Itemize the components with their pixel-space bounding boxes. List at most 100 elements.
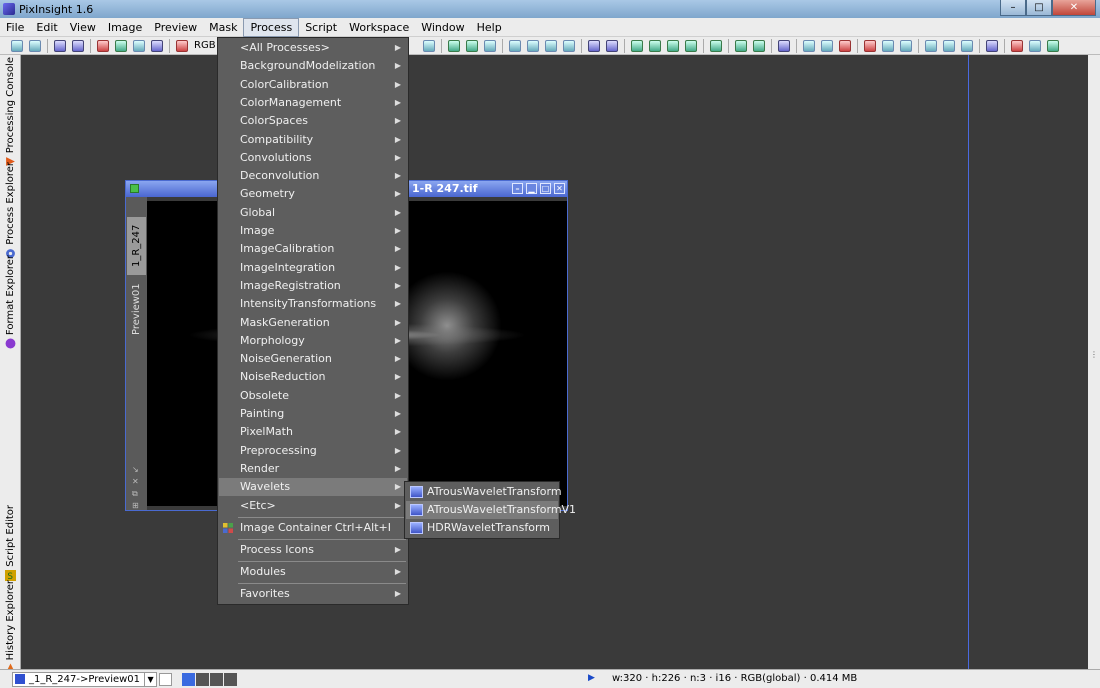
menu-item-morphology[interactable]: Morphology ▶ bbox=[219, 332, 407, 350]
zoom-fit-icon[interactable] bbox=[527, 39, 539, 52]
workspace-2-tab[interactable] bbox=[196, 672, 210, 686]
preview-edit-icon[interactable] bbox=[735, 39, 747, 52]
menu-preview[interactable]: Preview bbox=[148, 18, 203, 37]
preview-list-icon[interactable]: ⊞ bbox=[132, 501, 139, 510]
menu-item-maskgeneration[interactable]: MaskGeneration ▶ bbox=[219, 314, 407, 332]
chevron-down-icon[interactable]: ▼ bbox=[144, 672, 156, 686]
image-window-minimize-button[interactable]: ▁ bbox=[526, 183, 537, 194]
stf-reset-icon[interactable] bbox=[821, 39, 833, 52]
workspace-1-tab[interactable] bbox=[182, 672, 196, 686]
menu-item-render[interactable]: Render ▶ bbox=[219, 460, 407, 478]
pan-icon[interactable] bbox=[484, 39, 496, 52]
menu-item-all-processes[interactable]: <All Processes> ▶ bbox=[219, 39, 407, 57]
tab-history-explorer[interactable]: History Explorer bbox=[0, 580, 21, 674]
zoom-to-view-icon[interactable]: ↘ bbox=[132, 465, 139, 474]
tab-format-explorer[interactable]: Format Explorer bbox=[0, 255, 21, 349]
menu-view[interactable]: View bbox=[64, 18, 102, 37]
menu-item-geometry[interactable]: Geometry ▶ bbox=[219, 185, 407, 203]
menu-item-noisereduction[interactable]: NoiseReduction ▶ bbox=[219, 368, 407, 386]
channel-green-icon[interactable] bbox=[115, 39, 127, 52]
menu-item-wavelets[interactable]: Wavelets ▶ bbox=[219, 478, 407, 497]
mask-remove-icon[interactable] bbox=[685, 39, 697, 52]
menu-item-pixelmath[interactable]: PixelMath ▶ bbox=[219, 423, 407, 441]
menu-item-compatibility[interactable]: Compatibility ▶ bbox=[219, 131, 407, 149]
redo-icon[interactable] bbox=[29, 39, 41, 52]
display-mode-icon[interactable] bbox=[606, 39, 618, 52]
image-window-close-button[interactable]: ✕ bbox=[554, 183, 565, 194]
menu-item-intensitytransformations[interactable]: IntensityTransformations ▶ bbox=[219, 295, 407, 313]
menu-item-backgroundmodelization[interactable]: BackgroundModelization ▶ bbox=[219, 57, 407, 75]
stf-auto-icon[interactable] bbox=[803, 39, 815, 52]
mask-invert-icon[interactable] bbox=[667, 39, 679, 52]
stf-link-icon[interactable] bbox=[839, 39, 851, 52]
menu-script[interactable]: Script bbox=[299, 18, 343, 37]
menu-item-colorcalibration[interactable]: ColorCalibration ▶ bbox=[219, 76, 407, 94]
workspace-4-tab[interactable] bbox=[224, 672, 238, 686]
dock-resize-handle-icon[interactable]: ⋮ bbox=[1090, 350, 1098, 360]
menu-item-colormanagement[interactable]: ColorManagement ▶ bbox=[219, 94, 407, 112]
process-icons-arrange-icon[interactable] bbox=[943, 39, 955, 52]
preview-store-icon[interactable] bbox=[753, 39, 765, 52]
fit-view-icon[interactable] bbox=[588, 39, 600, 52]
close-preview-icon[interactable]: ✕ bbox=[132, 477, 139, 486]
menu-edit[interactable]: Edit bbox=[30, 18, 63, 37]
pointer-icon[interactable] bbox=[423, 39, 435, 52]
minimize-button[interactable]: – bbox=[1000, 0, 1026, 16]
close-button[interactable]: ✕ bbox=[1052, 0, 1096, 16]
preview-new-icon[interactable] bbox=[710, 39, 722, 52]
menu-workspace[interactable]: Workspace bbox=[343, 18, 415, 37]
menu-item-image[interactable]: Image ▶ bbox=[219, 222, 407, 240]
menu-process[interactable]: Process bbox=[243, 17, 300, 37]
channel-red-icon[interactable] bbox=[97, 39, 109, 52]
submenu-item-atrouswavelettransformv1[interactable]: ATrousWaveletTransformV1 bbox=[406, 501, 576, 519]
rgb-channel-icon[interactable] bbox=[176, 39, 188, 52]
menu-item-colorspaces[interactable]: ColorSpaces ▶ bbox=[219, 112, 407, 130]
zoom-window-icon[interactable] bbox=[563, 39, 575, 52]
menu-item-imageregistration[interactable]: ImageRegistration ▶ bbox=[219, 277, 407, 295]
channel-combine-icon[interactable] bbox=[151, 39, 163, 52]
menu-window[interactable]: Window bbox=[415, 18, 470, 37]
menu-item-noisegeneration[interactable]: NoiseGeneration ▶ bbox=[219, 350, 407, 368]
menu-image[interactable]: Image bbox=[102, 18, 148, 37]
menu-mask[interactable]: Mask bbox=[203, 18, 243, 37]
tab-processing-console[interactable]: Processing Console bbox=[0, 57, 21, 167]
screen-transfer-icon[interactable] bbox=[778, 39, 790, 52]
workspace-2-icon[interactable] bbox=[1029, 39, 1041, 52]
zoom-out-icon[interactable] bbox=[466, 39, 478, 52]
mask-enable-icon[interactable] bbox=[631, 39, 643, 52]
histogram-icon[interactable] bbox=[900, 39, 912, 52]
menu-item-obsolete[interactable]: Obsolete ▶ bbox=[219, 387, 407, 405]
undo-icon[interactable] bbox=[11, 39, 23, 52]
menu-item-process-icons[interactable]: Process Icons ▶ bbox=[219, 541, 407, 559]
menu-item-modules[interactable]: Modules ▶ bbox=[219, 563, 407, 581]
view-selector[interactable]: _1_R_247->Preview01 ▼ bbox=[12, 671, 158, 687]
zoom-full-icon[interactable] bbox=[545, 39, 557, 52]
play-icon[interactable]: ▶ bbox=[588, 673, 595, 683]
menu-item-convolutions[interactable]: Convolutions ▶ bbox=[219, 149, 407, 167]
menu-file[interactable]: File bbox=[0, 18, 30, 37]
tab-preview01[interactable]: Preview01 bbox=[127, 279, 146, 339]
maximize-button[interactable]: □ bbox=[1026, 0, 1052, 16]
menu-item-global[interactable]: Global ▶ bbox=[219, 204, 407, 222]
tab-process-explorer[interactable]: Process Explorer bbox=[0, 162, 21, 259]
tab-main-view[interactable]: 1_R_247 bbox=[127, 217, 146, 275]
menu-item-painting[interactable]: Painting ▶ bbox=[219, 405, 407, 423]
image-window-maximize-button[interactable]: □ bbox=[540, 183, 551, 194]
menu-item-deconvolution[interactable]: Deconvolution ▶ bbox=[219, 167, 407, 185]
rgb-channel-label[interactable]: RGB bbox=[194, 40, 216, 51]
readout-icon[interactable] bbox=[864, 39, 876, 52]
menu-item-imagecalibration[interactable]: ImageCalibration ▶ bbox=[219, 240, 407, 258]
duplicate-image-icon[interactable] bbox=[72, 39, 84, 52]
menu-item-image-container[interactable]: Image Container Ctrl+Alt+I bbox=[219, 519, 407, 537]
image-window-shade-button[interactable]: – bbox=[512, 183, 523, 194]
menu-item-etc[interactable]: <Etc> ▶ bbox=[219, 497, 407, 515]
menu-item-favorites[interactable]: Favorites ▶ bbox=[219, 585, 407, 603]
statistics-icon[interactable] bbox=[882, 39, 894, 52]
new-image-icon[interactable] bbox=[54, 39, 66, 52]
workspace-3-icon[interactable] bbox=[1047, 39, 1059, 52]
process-icons-icon[interactable] bbox=[925, 39, 937, 52]
view-explorer-icon[interactable] bbox=[159, 672, 173, 686]
channel-blue-icon[interactable] bbox=[133, 39, 145, 52]
menu-item-preprocessing[interactable]: Preprocessing ▶ bbox=[219, 442, 407, 460]
menu-item-imageintegration[interactable]: ImageIntegration ▶ bbox=[219, 259, 407, 277]
